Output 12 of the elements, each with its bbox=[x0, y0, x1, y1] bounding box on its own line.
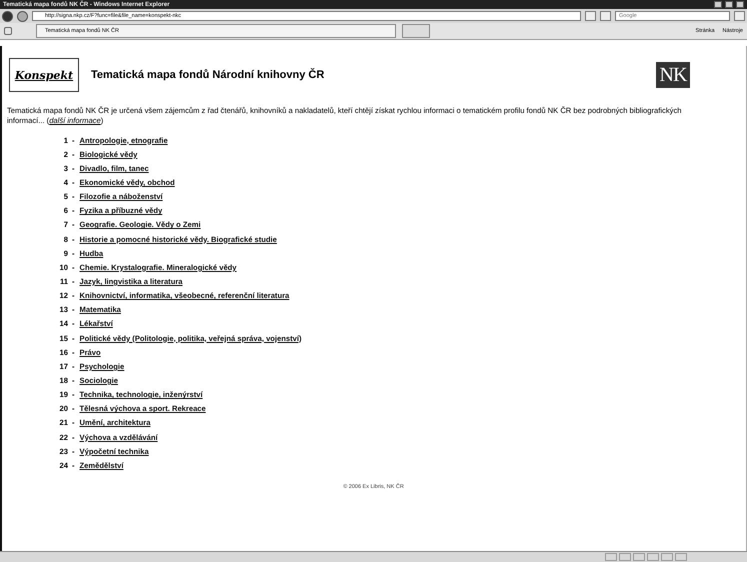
logo: Konspekt bbox=[9, 58, 79, 92]
search-button[interactable] bbox=[734, 11, 745, 21]
forward-button[interactable] bbox=[17, 10, 28, 22]
minimize-button[interactable] bbox=[714, 1, 722, 8]
maximize-button[interactable] bbox=[725, 1, 733, 8]
logo: NK bbox=[656, 62, 690, 88]
favorites-icon[interactable] bbox=[4, 27, 12, 35]
close-button[interactable] bbox=[736, 1, 744, 8]
back-button[interactable] bbox=[2, 10, 13, 22]
page-title: Tematická mapa fondů Národní knihovny ČR bbox=[91, 69, 326, 81]
refresh-button[interactable] bbox=[585, 11, 596, 21]
stop-button[interactable] bbox=[600, 11, 611, 21]
